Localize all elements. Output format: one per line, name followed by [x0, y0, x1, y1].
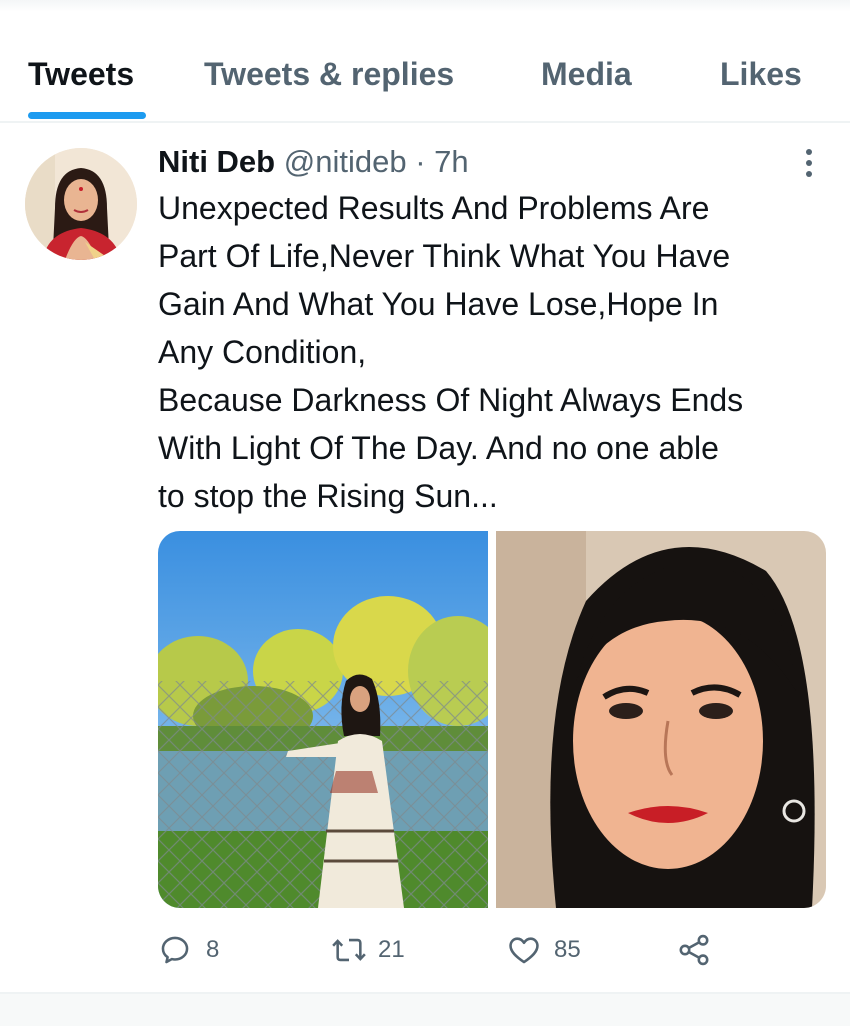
tweet-text-line: Gain And What You Have Lose,Hope In [158, 286, 719, 322]
media-photo-1[interactable] [158, 531, 508, 908]
tab-tweets[interactable]: Tweets [28, 56, 134, 93]
tweet-text-line: With Light Of The Day. And no one able [158, 430, 719, 466]
tweet-timestamp[interactable]: 7h [434, 144, 468, 179]
tweet-text-line: Unexpected Results And Problems Are [158, 190, 710, 226]
bottom-divider [0, 992, 850, 1026]
retweet-count: 21 [378, 936, 405, 963]
tweet-text-line: Any Condition, [158, 334, 367, 370]
tweet-media [158, 531, 826, 908]
reply-count: 8 [206, 936, 220, 963]
tweet-text-line: Part Of Life,Never Think What You Have [158, 238, 731, 274]
media-photo-2[interactable] [496, 531, 826, 908]
profile-tabs: Tweets Tweets & replies Media Likes [0, 28, 850, 122]
share-button[interactable] [676, 926, 712, 974]
like-count: 85 [554, 936, 581, 963]
like-button[interactable]: 85 [506, 926, 581, 974]
tweet-text-line: Because Darkness Of Night Always Ends [158, 382, 744, 418]
like-icon [509, 937, 539, 964]
tweet-actions: 8 21 85 [158, 926, 838, 974]
tab-tweets-replies[interactable]: Tweets & replies [204, 56, 454, 93]
retweet-icon [332, 938, 366, 962]
tweet-text: Unexpected Results And Problems Are Part… [158, 184, 838, 520]
avatar[interactable] [25, 148, 137, 260]
retweet-button[interactable]: 21 [330, 926, 405, 974]
tabs-divider [0, 121, 850, 123]
reply-button[interactable]: 8 [158, 926, 219, 974]
separator-dot: · [415, 144, 426, 179]
avatar-image [25, 148, 137, 260]
top-fade [0, 0, 850, 12]
more-vertical-icon[interactable] [798, 146, 820, 180]
active-tab-indicator [28, 112, 146, 119]
tweet-text-line: to stop the Rising Sun... [158, 478, 498, 514]
tab-media[interactable]: Media [541, 56, 632, 93]
author-name[interactable]: Niti Deb [158, 144, 275, 179]
author-handle[interactable]: @nitideb [284, 144, 407, 179]
reply-icon [161, 936, 189, 964]
tab-likes[interactable]: Likes [720, 56, 802, 93]
share-icon [679, 934, 709, 966]
tweet-header: Niti Deb @nitideb · 7h [158, 140, 469, 184]
